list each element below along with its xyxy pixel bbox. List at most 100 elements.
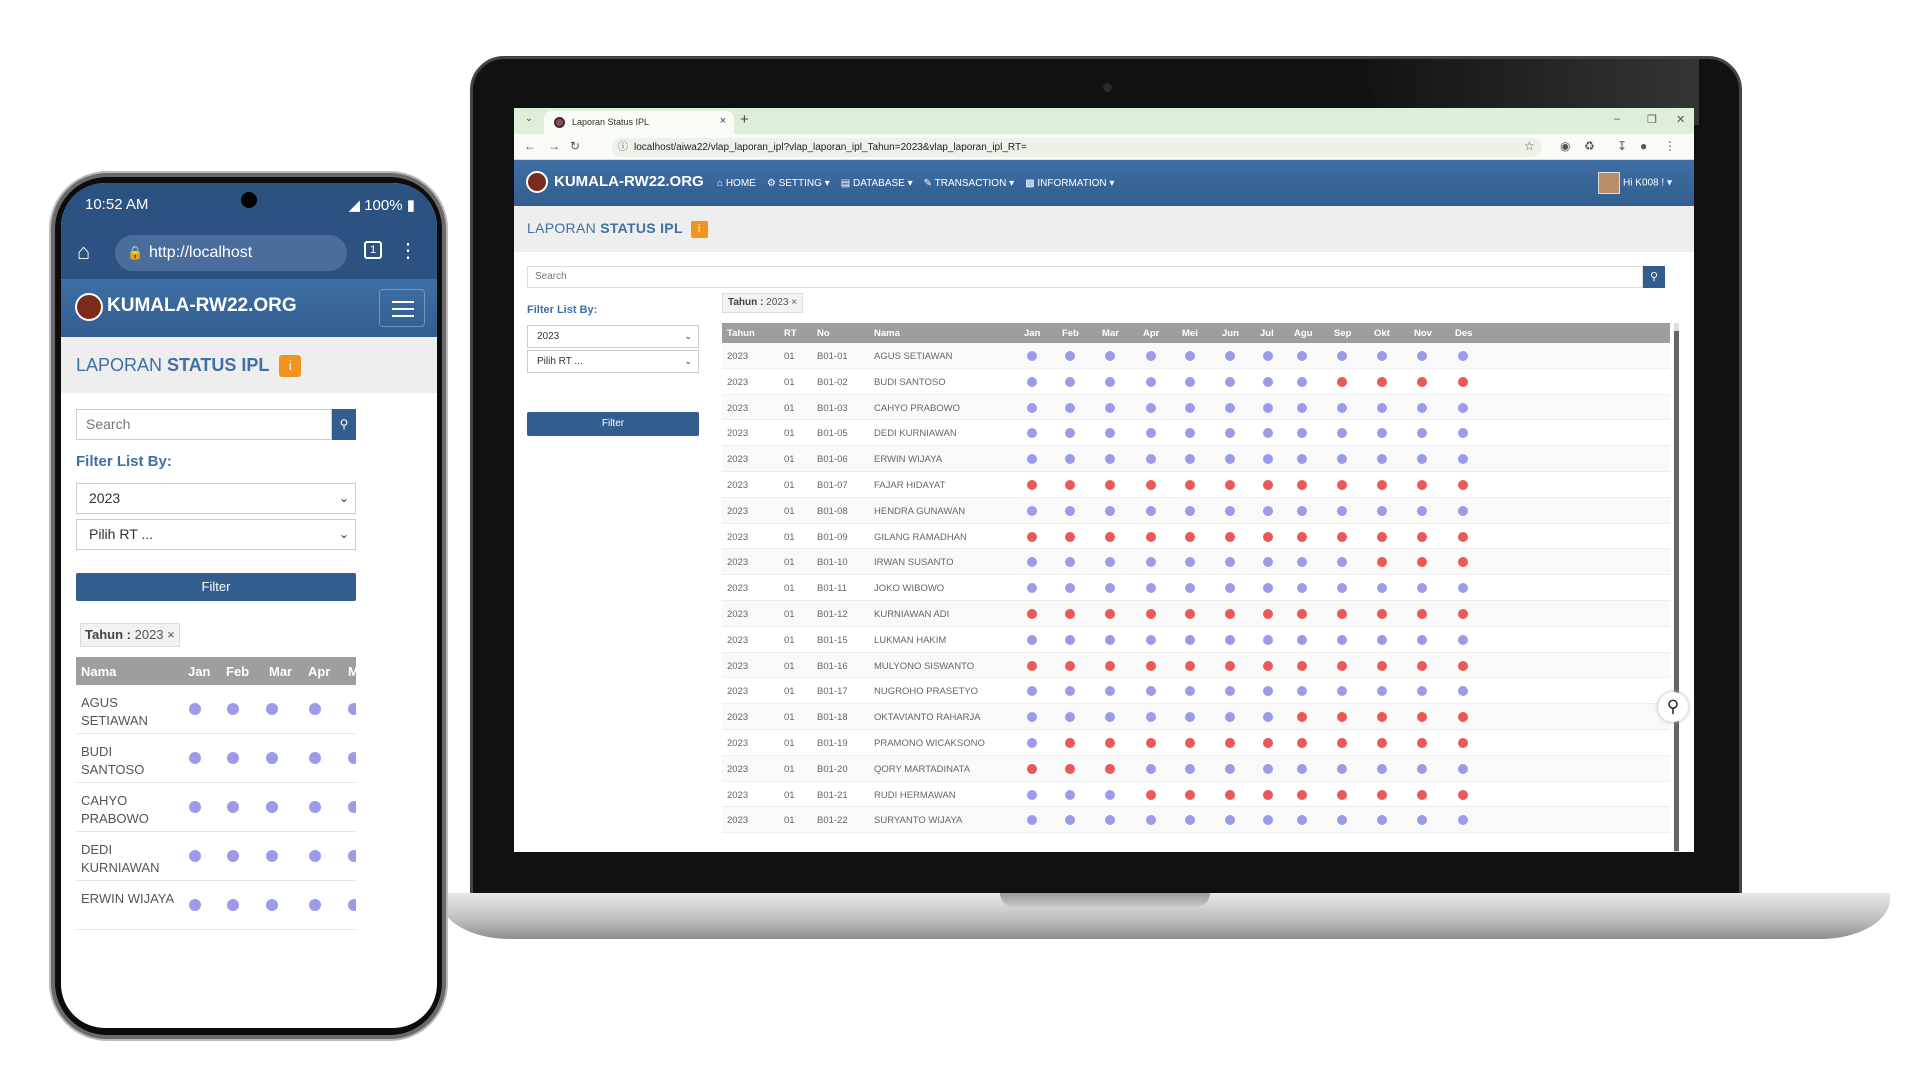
filter-chip[interactable]: Tahun : 2023 × bbox=[80, 623, 180, 647]
reload-icon[interactable]: ↻ bbox=[570, 139, 580, 153]
table-row[interactable]: 2023 01 B01-06 ERWIN WIJAYA bbox=[722, 446, 1670, 472]
search-input[interactable]: Search bbox=[76, 409, 332, 440]
info-icon[interactable]: i bbox=[690, 220, 708, 238]
table-row[interactable]: 2023 01 B01-11 JOKO WIBOWO bbox=[722, 575, 1670, 601]
column-header[interactable]: Tahun bbox=[727, 328, 755, 339]
remove-chip-icon[interactable]: × bbox=[167, 627, 175, 642]
filter-chip[interactable]: Tahun : 2023 × bbox=[722, 293, 804, 313]
column-header[interactable]: Apr bbox=[308, 664, 330, 679]
hamburger-menu-icon[interactable] bbox=[379, 289, 425, 327]
table-row[interactable]: 2023 01 B01-10 IRWAN SUSANTO bbox=[722, 549, 1670, 576]
table-row[interactable]: 2023 01 B01-05 DEDI KURNIAWAN bbox=[722, 420, 1670, 447]
column-header[interactable]: Nov bbox=[1414, 328, 1432, 339]
menu-database[interactable]: ▤ DATABASE ▾ bbox=[841, 178, 913, 189]
new-tab-icon[interactable]: + bbox=[740, 111, 749, 128]
column-header[interactable]: Feb bbox=[1062, 328, 1079, 339]
close-tab-icon[interactable]: × bbox=[720, 115, 726, 127]
more-icon[interactable]: ⋮ bbox=[398, 238, 418, 263]
table-row[interactable]: DEDI KURNIAWAN bbox=[76, 832, 356, 881]
minimize-icon[interactable]: – bbox=[1614, 113, 1620, 125]
table-row[interactable]: 2023 01 B01-19 PRAMONO WICAKSONO bbox=[722, 730, 1670, 756]
column-header[interactable]: Mar bbox=[269, 664, 292, 679]
column-header[interactable]: Sep bbox=[1334, 328, 1351, 339]
column-header[interactable]: Okt bbox=[1374, 328, 1390, 339]
search-button[interactable]: ⚲ bbox=[1643, 266, 1665, 288]
table-row[interactable]: AGUS SETIAWAN bbox=[76, 685, 356, 734]
column-header[interactable]: Jan bbox=[1024, 328, 1040, 339]
column-header[interactable]: No bbox=[817, 328, 830, 339]
url-field[interactable]: ⓘ localhost/aiwa22/vlap_laporan_ipl?vlap… bbox=[612, 138, 1542, 157]
column-header[interactable]: Mar bbox=[1102, 328, 1119, 339]
column-header[interactable]: Jul bbox=[1260, 328, 1274, 339]
bookmark-star-icon[interactable]: ☆ bbox=[1524, 139, 1535, 153]
profile-icon[interactable]: ● bbox=[1640, 139, 1647, 153]
restore-icon[interactable]: ❐ bbox=[1647, 113, 1657, 126]
table-row[interactable]: 2023 01 B01-09 GILANG RAMADHAN bbox=[722, 524, 1670, 550]
table-row[interactable]: 2023 01 B01-17 NUGROHO PRASETYO bbox=[722, 678, 1670, 705]
logo-icon[interactable] bbox=[75, 293, 103, 321]
rt-select[interactable]: Pilih RT ... ⌄ bbox=[76, 519, 356, 550]
table-row[interactable]: 2023 01 B01-20 QORY MARTADINATA bbox=[722, 755, 1670, 782]
table-row[interactable]: 2023 01 B01-22 SURYANTO WIJAYA bbox=[722, 807, 1670, 834]
year-select[interactable]: 2023 ⌄ bbox=[527, 325, 699, 348]
table-row[interactable]: 2023 01 B01-02 BUDI SANTOSO bbox=[722, 369, 1670, 395]
table-row[interactable]: 2023 01 B01-15 LUKMAN HAKIM bbox=[722, 627, 1670, 653]
close-window-icon[interactable]: ✕ bbox=[1676, 113, 1685, 126]
column-header[interactable]: Apr bbox=[1143, 328, 1159, 339]
column-header[interactable]: Agu bbox=[1294, 328, 1312, 339]
remove-chip-icon[interactable]: × bbox=[791, 297, 797, 308]
column-header[interactable]: Des bbox=[1455, 328, 1472, 339]
column-header[interactable]: Feb bbox=[226, 664, 249, 679]
search-input[interactable]: Search bbox=[527, 266, 1643, 288]
menu-information[interactable]: ▩ INFORMATION ▾ bbox=[1025, 178, 1114, 189]
info-icon[interactable]: i bbox=[279, 355, 302, 378]
tab-search-icon[interactable]: ⌄ bbox=[520, 113, 538, 129]
column-header[interactable]: M bbox=[348, 664, 356, 679]
back-icon[interactable]: ← bbox=[524, 139, 536, 153]
brand-name[interactable]: KUMALA-RW22.ORG bbox=[554, 173, 704, 190]
table-row[interactable]: 2023 01 B01-21 RUDI HERMAWAN bbox=[722, 782, 1670, 808]
column-header[interactable]: RT bbox=[784, 328, 797, 339]
column-header[interactable]: Mei bbox=[1182, 328, 1198, 339]
table-row[interactable]: 2023 01 B01-12 KURNIAWAN ADI bbox=[722, 600, 1670, 627]
menu-transaction[interactable]: ✎ TRANSACTION ▾ bbox=[924, 178, 1014, 189]
browser-tab[interactable]: Laporan Status IPL × bbox=[544, 111, 734, 134]
status-paid-dot bbox=[1105, 583, 1115, 594]
zoom-icon[interactable]: ⚲ bbox=[1658, 692, 1688, 722]
menu-home[interactable]: ⌂ HOME bbox=[717, 178, 756, 189]
table-row[interactable]: 2023 01 B01-16 MULYONO SISWANTO bbox=[722, 652, 1670, 679]
brand-name[interactable]: KUMALA-RW22.ORG bbox=[107, 295, 297, 317]
download-icon[interactable]: ↧ bbox=[1617, 139, 1627, 153]
browser-menu-icon[interactable]: ⋮ bbox=[1664, 139, 1676, 153]
year-select[interactable]: 2023 ⌄ bbox=[76, 483, 356, 514]
home-icon[interactable]: ⌂ bbox=[77, 239, 90, 265]
cell-no: B01-07 bbox=[817, 479, 848, 491]
table-row[interactable]: ERWIN WIJAYA bbox=[76, 881, 356, 930]
extensions-icon[interactable]: ♻ bbox=[1584, 139, 1595, 153]
table-row[interactable]: 2023 01 B01-03 CAHYO PRABOWO bbox=[722, 394, 1670, 421]
forward-icon[interactable]: → bbox=[548, 139, 560, 153]
table-row[interactable]: 2023 01 B01-18 OKTAVIANTO RAHARJA bbox=[722, 704, 1670, 730]
camera-icon[interactable]: ◉ bbox=[1560, 139, 1570, 153]
menu-setting[interactable]: ⚙ SETTING ▾ bbox=[767, 178, 830, 189]
table-row[interactable]: 2023 01 B01-01 AGUS SETIAWAN bbox=[722, 343, 1670, 369]
tab-count-icon[interactable]: 1 bbox=[364, 241, 382, 259]
user-menu[interactable]: Hi K008 ! ▾ bbox=[1598, 172, 1672, 194]
column-header[interactable]: Jan bbox=[188, 664, 210, 679]
column-header[interactable]: Jun bbox=[1222, 328, 1239, 339]
column-header[interactable]: Nama bbox=[874, 328, 900, 339]
table-scrollbar[interactable] bbox=[1674, 323, 1679, 852]
filter-button[interactable]: Filter bbox=[76, 573, 356, 601]
phone-url-field[interactable]: 🔒 http://localhost bbox=[115, 235, 347, 271]
search-button[interactable]: ⚲ bbox=[332, 409, 356, 440]
scrollbar-thumb[interactable] bbox=[1674, 331, 1679, 851]
column-header[interactable]: Nama bbox=[81, 664, 116, 679]
logo-icon[interactable] bbox=[526, 171, 548, 193]
table-row[interactable]: CAHYO PRABOWO bbox=[76, 783, 356, 832]
table-row[interactable]: 2023 01 B01-08 HENDRA GUNAWAN bbox=[722, 497, 1670, 524]
site-info-icon[interactable]: ⓘ bbox=[618, 138, 628, 157]
rt-select[interactable]: Pilih RT ... ⌄ bbox=[527, 350, 699, 373]
filter-button[interactable]: Filter bbox=[527, 412, 699, 436]
table-row[interactable]: 2023 01 B01-07 FAJAR HIDAYAT bbox=[722, 472, 1670, 498]
table-row[interactable]: BUDI SANTOSO bbox=[76, 734, 356, 783]
